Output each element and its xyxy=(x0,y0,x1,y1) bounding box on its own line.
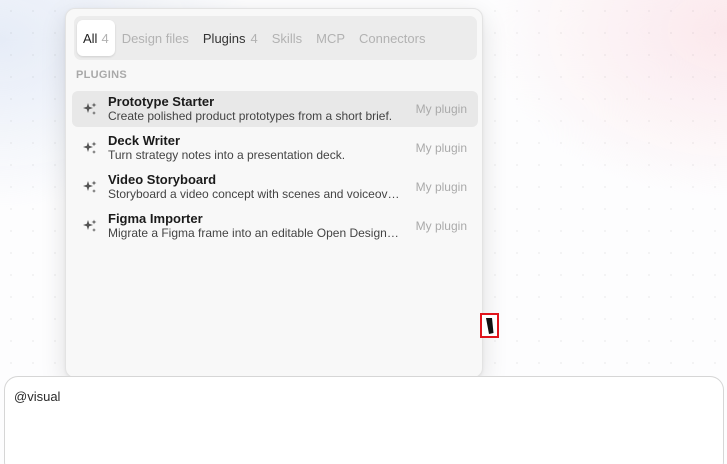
tab-all-label: All xyxy=(83,30,98,46)
plugin-description: Turn strategy notes into a presentation … xyxy=(108,148,346,162)
plugin-tag: My plugin xyxy=(415,141,467,155)
plugin-item-deck-writer[interactable]: Deck Writer Turn strategy notes into a p… xyxy=(72,130,478,166)
plugin-item-video-storyboard[interactable]: Video Storyboard Storyboard a video conc… xyxy=(72,169,478,205)
section-label-plugins: PLUGINS xyxy=(76,69,127,81)
plugin-title: Video Storyboard xyxy=(108,172,217,187)
plugin-title: Prototype Starter xyxy=(108,94,215,109)
sparkle-icon xyxy=(83,219,97,232)
tab-connectors[interactable]: Connectors xyxy=(352,20,432,56)
tab-design-files[interactable]: Design files xyxy=(115,20,196,56)
pointer-cursor-icon xyxy=(486,318,494,334)
plugin-list: Prototype Starter Create polished produc… xyxy=(72,91,478,247)
tab-all-count: 4 xyxy=(101,30,109,46)
composer-text: @visual xyxy=(14,389,61,404)
plugin-tag: My plugin xyxy=(415,219,467,233)
sparkle-icon xyxy=(83,180,97,193)
plugin-description: Migrate a Figma frame into an editable O… xyxy=(108,226,400,240)
plugin-description: Storyboard a video concept with scenes a… xyxy=(108,187,400,201)
plugin-title: Deck Writer xyxy=(108,133,181,148)
tab-skills[interactable]: Skills xyxy=(265,20,309,56)
sparkle-icon xyxy=(83,102,97,115)
plugin-tag: My plugin xyxy=(415,102,467,116)
tab-plugins-label: Plugins xyxy=(202,30,246,46)
cursor-highlight-box xyxy=(480,313,499,338)
composer-input[interactable]: @visual xyxy=(4,376,724,464)
plugin-tag: My plugin xyxy=(415,180,467,194)
tab-skills-label: Skills xyxy=(271,30,303,46)
plugin-item-prototype-starter[interactable]: Prototype Starter Create polished produc… xyxy=(72,91,478,127)
tab-plugins-count: 4 xyxy=(250,30,258,46)
plugin-description: Create polished product prototypes from … xyxy=(108,109,393,123)
plugin-title: Figma Importer xyxy=(108,211,203,226)
sparkle-icon xyxy=(83,141,97,154)
plugin-item-figma-importer[interactable]: Figma Importer Migrate a Figma frame int… xyxy=(72,208,478,244)
tab-connectors-label: Connectors xyxy=(359,30,426,46)
tab-mcp[interactable]: MCP xyxy=(309,20,352,56)
tab-plugins[interactable]: Plugins 4 xyxy=(196,20,265,56)
mention-popover: All 4 Design files Plugins 4 Skills MCP Co… xyxy=(65,8,483,378)
tab-all[interactable]: All 4 xyxy=(77,20,115,56)
tab-design-files-label: Design files xyxy=(121,30,189,46)
tab-mcp-label: MCP xyxy=(316,30,345,46)
filter-tabs: All 4 Design files Plugins 4 Skills MCP Co… xyxy=(74,16,477,60)
